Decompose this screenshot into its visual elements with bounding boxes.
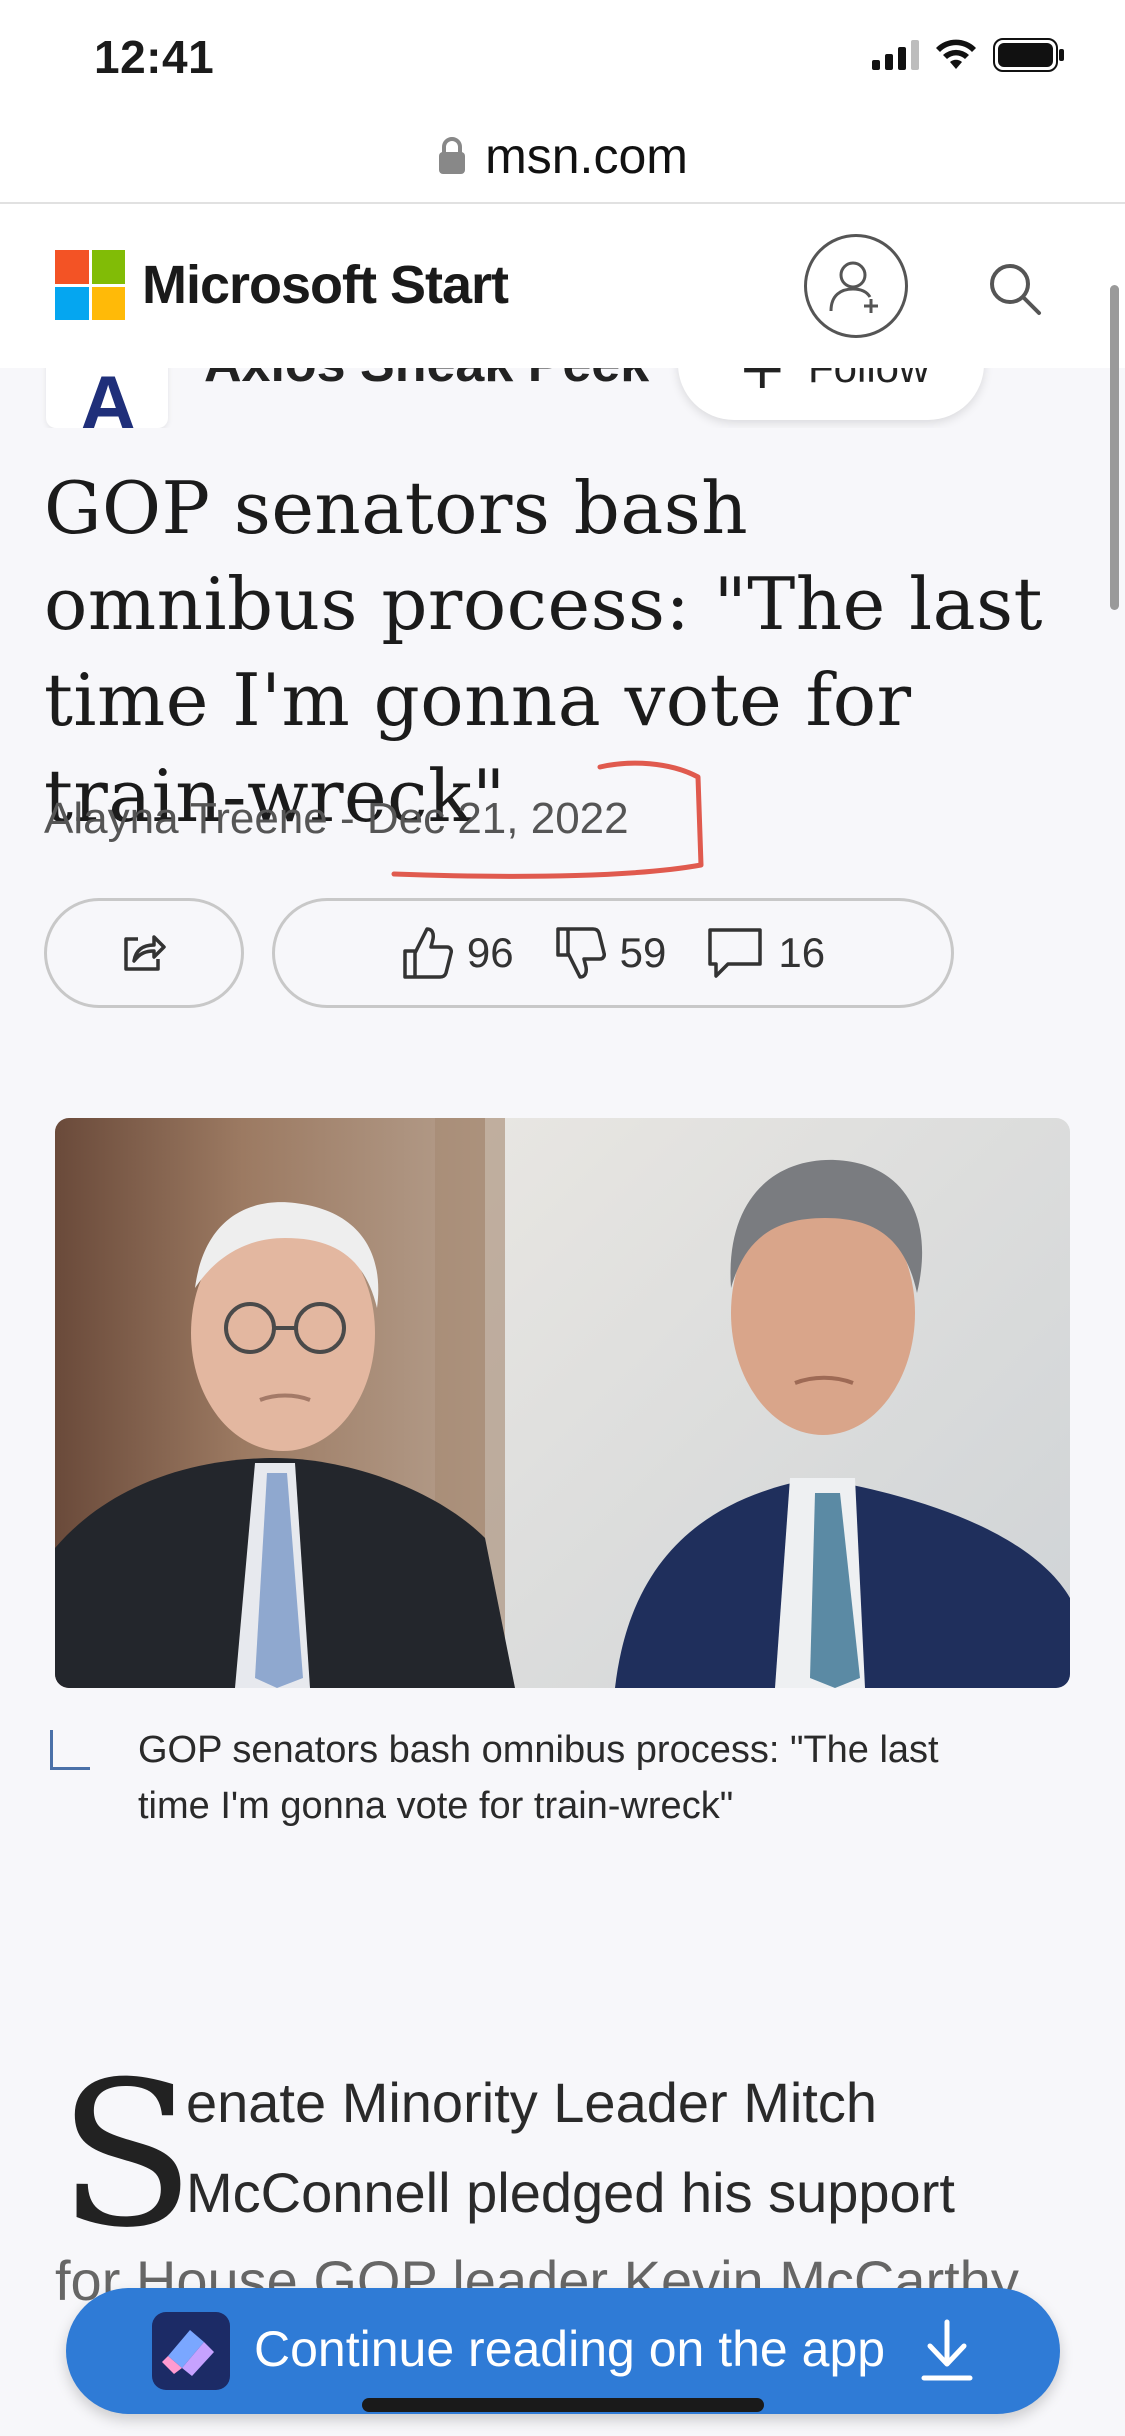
cellular-signal-icon bbox=[872, 40, 919, 70]
byline-separator: - bbox=[327, 794, 367, 843]
status-time: 12:41 bbox=[94, 31, 215, 83]
like-button[interactable]: 96 bbox=[401, 925, 514, 981]
url-text: msn.com bbox=[485, 128, 688, 184]
search-icon bbox=[990, 264, 1041, 315]
lock-icon bbox=[439, 137, 466, 174]
home-indicator[interactable] bbox=[362, 2398, 764, 2412]
battery-icon bbox=[993, 38, 1064, 72]
drop-cap: S bbox=[58, 2039, 196, 2272]
status-icons bbox=[872, 38, 1065, 72]
article-body-line-1: enate Minority Leader Mitch bbox=[186, 2071, 878, 2134]
wifi-icon bbox=[936, 39, 976, 69]
account-button[interactable] bbox=[804, 234, 908, 338]
publisher-row: A Axios Sneak Peek + Follow bbox=[0, 368, 1125, 428]
thumbs-up-icon bbox=[403, 927, 453, 979]
article-body-line-2: McConnell pledged his support bbox=[186, 2161, 955, 2224]
comments-button[interactable]: 16 bbox=[706, 926, 825, 980]
share-button[interactable] bbox=[44, 898, 244, 1008]
dislike-count: 59 bbox=[619, 929, 667, 976]
share-icon bbox=[124, 935, 166, 971]
dislike-button[interactable]: 59 bbox=[554, 925, 667, 981]
comment-icon bbox=[708, 928, 763, 978]
microsoft-start-app-icon bbox=[152, 2312, 230, 2390]
follow-button[interactable]: + Follow bbox=[678, 368, 984, 420]
page-scrollbar[interactable] bbox=[1110, 285, 1119, 610]
publisher-name[interactable]: Axios Sneak Peek bbox=[204, 368, 649, 394]
comment-count: 16 bbox=[778, 929, 826, 976]
download-icon bbox=[921, 2319, 973, 2381]
author-name[interactable]: Alayna Treene bbox=[44, 794, 328, 843]
caption-corner-icon bbox=[50, 1730, 90, 1770]
handwritten-annotation-mark bbox=[391, 760, 704, 879]
article-hero-image[interactable] bbox=[55, 1118, 1070, 1688]
like-count: 96 bbox=[466, 929, 514, 976]
hero-photo-illustration bbox=[55, 1118, 1070, 1688]
continue-in-app-button[interactable]: Continue reading on the app bbox=[66, 2288, 1060, 2414]
cta-label: Continue reading on the app bbox=[254, 2321, 886, 2377]
search-button[interactable] bbox=[980, 254, 1050, 324]
site-header: Microsoft Start bbox=[0, 204, 1125, 368]
brand-name[interactable]: Microsoft Start bbox=[142, 254, 509, 316]
plus-icon: + bbox=[738, 368, 787, 402]
publisher-logo[interactable]: A bbox=[46, 368, 168, 428]
account-add-icon bbox=[829, 261, 878, 313]
thumbs-down-icon bbox=[555, 927, 606, 979]
browser-url-bar[interactable]: msn.com bbox=[0, 110, 1125, 204]
image-caption: GOP senators bash omnibus process: "The … bbox=[138, 1729, 939, 1827]
reactions-bar: 96 59 16 bbox=[272, 898, 954, 1008]
microsoft-logo[interactable] bbox=[55, 250, 125, 320]
follow-label: Follow bbox=[808, 368, 929, 392]
status-bar: 12:41 bbox=[0, 0, 1125, 120]
